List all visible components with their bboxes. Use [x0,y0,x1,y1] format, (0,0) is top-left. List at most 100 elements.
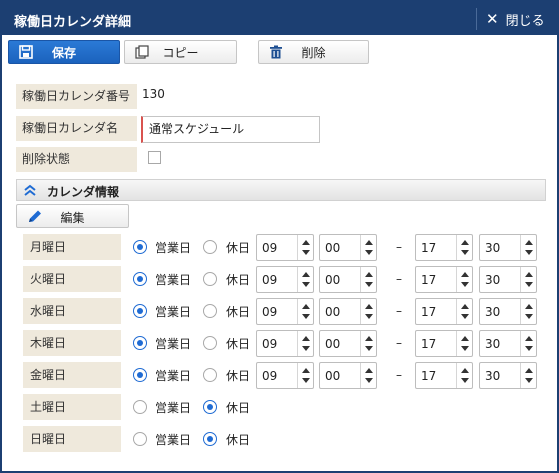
spinner-value: 30 [485,273,501,287]
caret-down-icon[interactable] [302,346,310,351]
caret-up-icon[interactable] [302,240,310,245]
start-hour-spinner[interactable]: 09 [256,330,314,357]
caret-up-icon[interactable] [302,368,310,373]
end-minute-spinner[interactable]: 30 [479,234,537,261]
spinner-arrows [360,331,376,356]
caret-down-icon[interactable] [365,314,373,319]
spinner-value: 00 [325,337,341,351]
start-minute-spinner[interactable]: 00 [319,362,377,389]
caret-up-icon[interactable] [365,304,373,309]
caret-down-icon[interactable] [461,250,469,255]
holiday-radio[interactable] [203,368,217,382]
caret-down-icon[interactable] [461,346,469,351]
caret-down-icon[interactable] [302,378,310,383]
holiday-radio[interactable] [203,432,217,446]
holiday-radio[interactable] [203,240,217,254]
caret-up-icon[interactable] [525,272,533,277]
end-minute-spinner[interactable]: 30 [479,330,537,357]
end-hour-spinner[interactable]: 17 [415,330,473,357]
spinner-value: 09 [262,337,278,351]
end-hour-spinner[interactable]: 17 [415,362,473,389]
business-day-radio[interactable] [133,400,147,414]
caret-up-icon[interactable] [461,240,469,245]
calendar-name-input[interactable]: 通常スケジュール [141,116,320,143]
business-day-radio[interactable] [133,336,147,350]
caret-up-icon[interactable] [302,304,310,309]
business-day-radio[interactable] [133,272,147,286]
caret-down-icon[interactable] [302,250,310,255]
caret-up-icon[interactable] [461,304,469,309]
delete-button[interactable]: 削除 [258,40,369,64]
start-minute-spinner[interactable]: 00 [319,234,377,261]
caret-down-icon[interactable] [525,250,533,255]
spinner-value: 30 [485,337,501,351]
caret-up-icon[interactable] [365,272,373,277]
caret-down-icon[interactable] [365,250,373,255]
end-minute-spinner[interactable]: 30 [479,266,537,293]
edit-button[interactable]: 編集 [16,204,129,228]
caret-down-icon[interactable] [525,346,533,351]
time-range-separator: – [396,272,402,286]
end-hour-spinner[interactable]: 17 [415,298,473,325]
caret-down-icon[interactable] [525,314,533,319]
start-hour-spinner[interactable]: 09 [256,362,314,389]
copy-button[interactable]: コピー [124,40,237,64]
caret-up-icon[interactable] [302,272,310,277]
spinner-arrows [520,267,536,292]
deleted-state-checkbox[interactable] [148,151,161,164]
business-day-radio[interactable] [133,368,147,382]
caret-up-icon[interactable] [461,272,469,277]
start-minute-spinner[interactable]: 00 [319,266,377,293]
spinner-value: 00 [325,305,341,319]
caret-up-icon[interactable] [525,240,533,245]
weekday-row: 水曜日 営業日 休日 09 00 17 30 – [2,298,557,325]
caret-up-icon[interactable] [461,336,469,341]
end-hour-spinner[interactable]: 17 [415,234,473,261]
holiday-radio[interactable] [203,304,217,318]
caret-down-icon[interactable] [365,282,373,287]
end-minute-spinner[interactable]: 30 [479,298,537,325]
caret-down-icon[interactable] [302,282,310,287]
start-minute-spinner[interactable]: 00 [319,330,377,357]
caret-down-icon[interactable] [365,346,373,351]
calendar-info-section-header[interactable]: カレンダ情報 [16,179,546,201]
start-hour-spinner[interactable]: 09 [256,266,314,293]
caret-down-icon[interactable] [525,378,533,383]
start-hour-spinner[interactable]: 09 [256,234,314,261]
start-minute-spinner[interactable]: 00 [319,298,377,325]
caret-down-icon[interactable] [525,282,533,287]
close-button[interactable]: ✕ 閉じる [486,9,545,29]
holiday-radio[interactable] [203,336,217,350]
end-hour-spinner[interactable]: 17 [415,266,473,293]
save-button[interactable]: 保存 [8,40,120,64]
spinner-value: 17 [421,369,437,383]
spinner-value: 09 [262,273,278,287]
caret-up-icon[interactable] [365,240,373,245]
caret-down-icon[interactable] [302,314,310,319]
business-day-radio[interactable] [133,432,147,446]
start-hour-spinner[interactable]: 09 [256,298,314,325]
chevron-up-double-icon [24,184,36,196]
business-day-radio[interactable] [133,304,147,318]
caret-up-icon[interactable] [525,336,533,341]
caret-down-icon[interactable] [461,282,469,287]
holiday-radio[interactable] [203,400,217,414]
calendar-number-label: 稼働日カレンダ番号 [16,84,137,109]
caret-down-icon[interactable] [461,314,469,319]
save-label: 保存 [51,45,76,60]
caret-up-icon[interactable] [525,304,533,309]
business-day-radio[interactable] [133,240,147,254]
caret-up-icon[interactable] [302,336,310,341]
caret-up-icon[interactable] [525,368,533,373]
caret-up-icon[interactable] [461,368,469,373]
caret-down-icon[interactable] [461,378,469,383]
spinner-value: 30 [485,305,501,319]
spinner-value: 17 [421,337,437,351]
spinner-value: 00 [325,369,341,383]
spinner-arrows [456,331,472,356]
end-minute-spinner[interactable]: 30 [479,362,537,389]
holiday-radio[interactable] [203,272,217,286]
caret-down-icon[interactable] [365,378,373,383]
caret-up-icon[interactable] [365,368,373,373]
caret-up-icon[interactable] [365,336,373,341]
